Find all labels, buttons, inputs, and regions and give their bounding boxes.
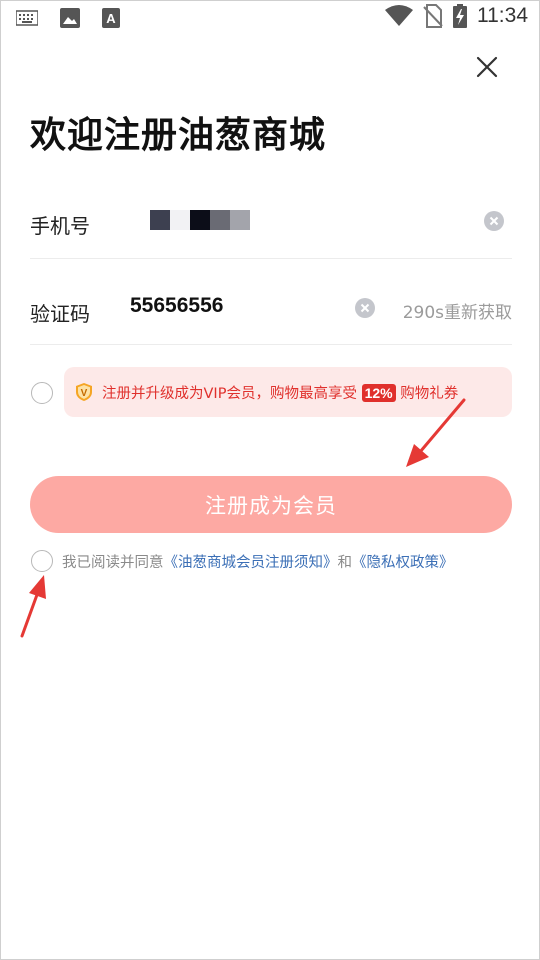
svg-text:A: A xyxy=(106,11,116,26)
status-time: 11:34 xyxy=(477,4,528,27)
vip-text-after: 购物礼券 xyxy=(400,386,459,402)
close-icon xyxy=(476,56,498,78)
keyboard-icon xyxy=(16,10,38,26)
page-title: 欢迎注册油葱商城 xyxy=(30,115,327,156)
vip-upgrade-checkbox[interactable] xyxy=(31,382,53,404)
vip-promo-text: 注册并升级成为VIP会员，购物最高享受 12% 购物礼券 xyxy=(102,382,458,403)
agreement-checkbox[interactable] xyxy=(31,550,53,572)
register-button[interactable]: 注册成为会员 xyxy=(30,476,512,533)
privacy-policy-link[interactable]: 《隐私权政策》 xyxy=(352,555,454,571)
code-input[interactable]: 55656556 xyxy=(130,294,223,318)
phone-label: 手机号 xyxy=(30,214,90,238)
no-sim-icon xyxy=(423,4,443,28)
agreement-connector: 和 xyxy=(337,555,353,571)
status-bar: A 11:34 xyxy=(0,0,540,38)
phone-input[interactable] xyxy=(150,210,250,230)
resend-code-button[interactable]: 290s重新获取 xyxy=(403,298,512,323)
phone-field-row: 手机号 xyxy=(30,186,512,259)
battery-charging-icon xyxy=(453,4,467,28)
agreement-text: 我已阅读并同意《油葱商城会员注册须知》和《隐私权政策》 xyxy=(62,551,454,572)
vip-percent-badge: 12% xyxy=(361,384,396,402)
wifi-icon xyxy=(385,5,413,26)
member-terms-link[interactable]: 《油葱商城会员注册须知》 xyxy=(164,555,338,571)
image-icon xyxy=(60,8,80,28)
close-button[interactable] xyxy=(472,52,502,82)
font-icon: A xyxy=(102,8,120,28)
svg-text:V: V xyxy=(81,388,88,399)
vip-text-before: 注册并升级成为VIP会员，购物最高享受 xyxy=(102,386,357,402)
phone-clear-icon[interactable] xyxy=(484,211,504,231)
vip-badge-icon: V xyxy=(76,383,92,401)
code-label: 验证码 xyxy=(30,302,90,326)
code-clear-icon[interactable] xyxy=(355,298,375,318)
vip-banner: V 注册并升级成为VIP会员，购物最高享受 12% 购物礼券 xyxy=(64,367,512,417)
code-field-row: 验证码 55656556 290s重新获取 xyxy=(30,274,512,345)
agreement-prefix: 我已阅读并同意 xyxy=(62,555,164,571)
